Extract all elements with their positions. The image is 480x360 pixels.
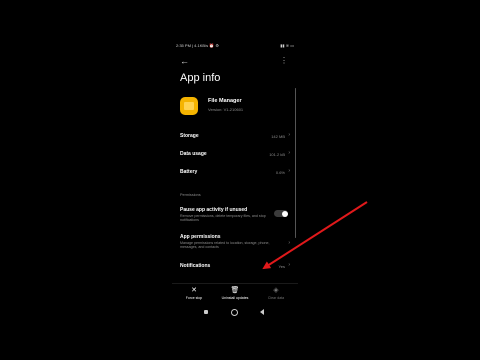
folder-icon	[180, 97, 198, 115]
app-permissions-row[interactable]: App permissions Manage permissions relat…	[180, 234, 290, 258]
pause-activity-setting[interactable]: Pause app activity if unused Remove perm…	[180, 207, 290, 229]
row-label: Notifications	[180, 263, 211, 269]
page-title: App info	[180, 72, 221, 84]
section-header-permissions: Permissions	[180, 193, 201, 197]
row-label: Storage	[180, 133, 199, 139]
chevron-right-icon: ›	[288, 262, 290, 268]
top-bar: ← ⋮	[172, 56, 298, 66]
status-bar: 2:35 PM | 4.1KB/s ⏰ ⚙ ▮▮ ≋ ▭	[176, 43, 294, 51]
row-label: Battery	[180, 169, 198, 175]
row-value: 142 MB	[271, 134, 285, 139]
action-label: Uninstall updates	[221, 296, 249, 300]
more-vert-icon[interactable]: ⋮	[280, 56, 288, 66]
action-label: Clear data	[267, 296, 285, 300]
app-permissions-desc: Manage permissions related to location, …	[180, 241, 270, 250]
row-battery[interactable]: Battery 0.6% ›	[180, 168, 290, 178]
trash-icon: 🗑	[230, 287, 240, 294]
row-data-usage[interactable]: Data usage 101.2 kB ›	[180, 150, 290, 160]
pause-activity-desc: Remove permissions, delete temporary fil…	[180, 214, 266, 223]
status-time: 2:35 PM | 4.1KB/s ⏰ ⚙	[176, 43, 219, 48]
app-name: File Manager	[208, 98, 242, 104]
pause-activity-label: Pause app activity if unused	[180, 207, 248, 213]
row-storage[interactable]: Storage 142 MB ›	[180, 132, 290, 142]
app-permissions-label: App permissions	[180, 234, 221, 240]
row-value: Yes	[278, 264, 285, 269]
row-value: 0.6%	[275, 170, 285, 175]
close-icon: ✕	[191, 287, 197, 294]
clear-data-button[interactable]: ◈ Clear data	[256, 287, 296, 300]
scrollbar[interactable]	[294, 88, 296, 238]
recents-icon[interactable]	[204, 310, 208, 314]
phone-screen: 2:35 PM | 4.1KB/s ⏰ ⚙ ▮▮ ≋ ▭ ← ⋮ App inf…	[172, 40, 298, 330]
row-label: Data usage	[180, 151, 207, 157]
chevron-right-icon: ›	[288, 168, 290, 174]
status-indicators: ▮▮ ≋ ▭	[280, 43, 294, 48]
pause-activity-toggle[interactable]	[274, 210, 288, 217]
eraser-icon: ◈	[273, 287, 279, 294]
uninstall-updates-button[interactable]: 🗑 Uninstall updates	[215, 287, 255, 300]
app-header: File Manager Version: V1-210601	[180, 96, 290, 118]
row-notifications[interactable]: Notifications Yes ›	[180, 262, 290, 272]
home-icon[interactable]	[231, 308, 238, 316]
back-triangle-icon[interactable]	[260, 309, 264, 315]
chevron-right-icon: ›	[288, 150, 290, 156]
back-arrow-icon[interactable]: ←	[180, 56, 189, 66]
chevron-right-icon: ›	[288, 240, 290, 246]
row-value: 101.2 kB	[269, 152, 285, 157]
action-label: Force stop	[185, 296, 203, 300]
force-stop-button[interactable]: ✕ Force stop	[174, 287, 214, 300]
app-version: Version: V1-210601	[208, 107, 244, 112]
bottom-action-bar: ✕ Force stop 🗑 Uninstall updates ◈ Clear…	[172, 283, 298, 302]
chevron-right-icon: ›	[288, 132, 290, 138]
system-nav-bar	[172, 308, 298, 318]
